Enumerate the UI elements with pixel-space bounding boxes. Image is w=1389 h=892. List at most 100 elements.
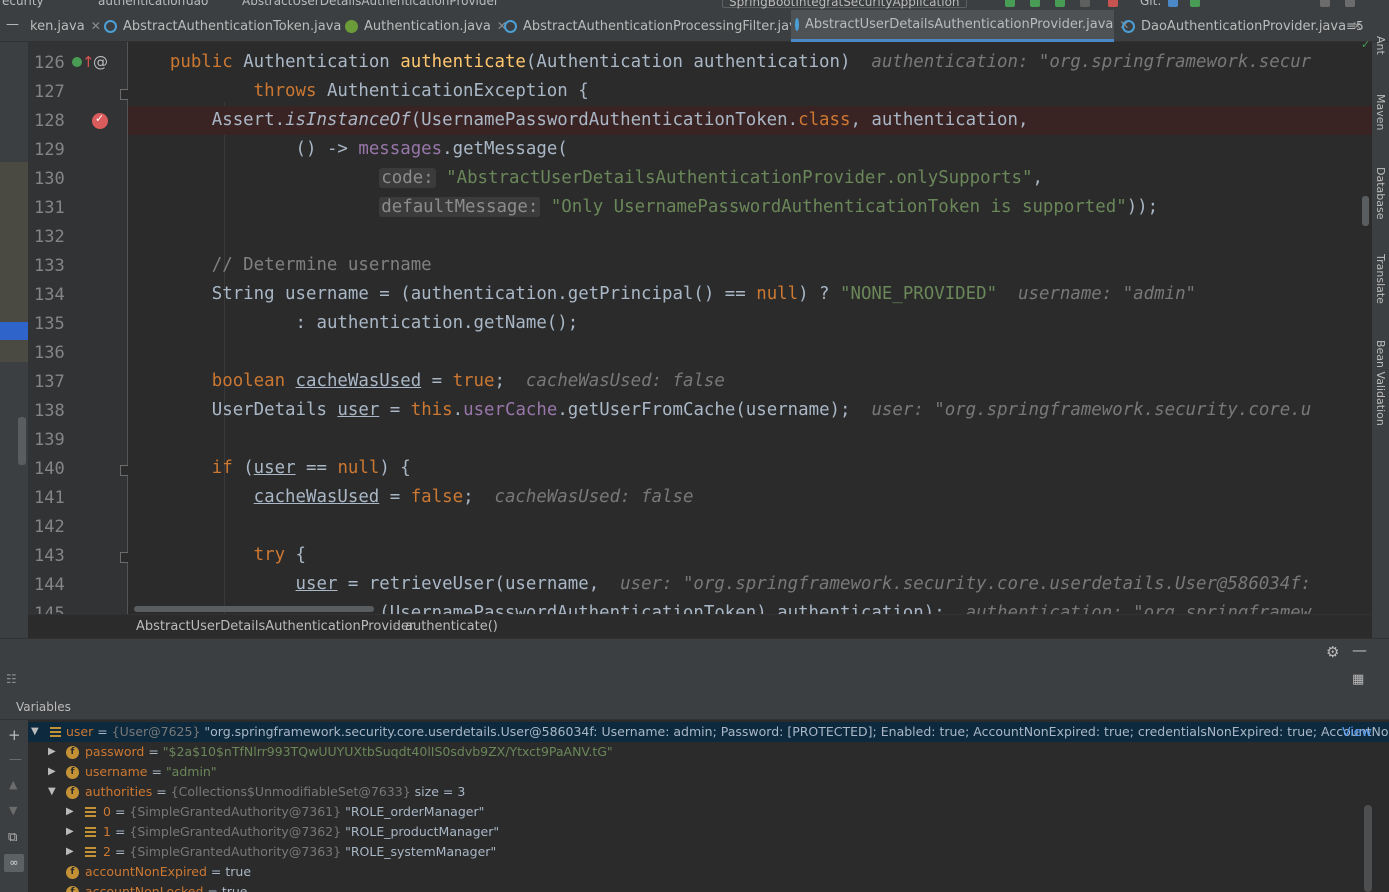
debug-toolbar: ☷ ▦ [0, 666, 1389, 696]
field-icon: f [66, 886, 79, 892]
line-number: 129 [34, 140, 65, 160]
run-icon[interactable] [1005, 0, 1015, 7]
expand-arrow-icon[interactable]: ▶ [48, 742, 56, 762]
tab-label: ken.java [30, 18, 85, 34]
class-icon [104, 19, 117, 33]
variables-scrollbar[interactable] [1364, 805, 1372, 892]
expand-arrow-icon[interactable]: ▶ [66, 822, 74, 842]
line-number: 139 [34, 430, 65, 450]
run-configuration-select[interactable]: SpringBootIntegratSecurityApplication [722, 0, 967, 9]
nav-crumb-authentication[interactable]: authentication [98, 0, 185, 8]
code-line-128: Assert.isInstanceOf(UsernamePasswordAuth… [128, 106, 1372, 135]
variable-type: {SimpleGrantedAuthority@7361} [129, 804, 342, 819]
gear-icon[interactable]: ⚙ [1326, 643, 1339, 661]
code-line-144: user = retrieveUser(username, user: "org… [295, 574, 1312, 594]
project-structure-icon[interactable] [1320, 0, 1330, 7]
tab-abstract-user-details-authentication-provider[interactable]: AbstractUserDetailsAuthenticationProvide… [791, 10, 1129, 42]
code-line-133: // Determine username [128, 251, 1372, 280]
add-watch-icon[interactable]: + [8, 726, 21, 744]
tab-label: AbstractAuthenticationProcessingFilter.j… [523, 18, 805, 34]
git-update-icon[interactable] [1168, 0, 1178, 7]
code-line-138: UserDetails user = this.userCache.getUse… [211, 400, 1312, 420]
breadcrumb-class[interactable]: AbstractUserDetailsAuthenticationProvide… [136, 619, 414, 634]
view-link[interactable]: View [1342, 722, 1372, 742]
inspection-ok-icon[interactable]: ✓ [1361, 38, 1370, 51]
variable-row-account-non-expired[interactable]: f accountNonExpired = true [28, 862, 1389, 882]
variable-row-authorities[interactable]: ▼ f authorities = {Collections$Unmodifia… [28, 782, 1389, 802]
variable-name: authorities [85, 784, 153, 799]
annotation-at-icon[interactable]: @ [93, 53, 108, 71]
nav-crumb-class[interactable]: AbstractUserDetailsAuthenticationProvide… [242, 0, 499, 8]
project-scrollbar[interactable] [18, 417, 26, 465]
tool-maven[interactable]: Maven [1374, 94, 1387, 130]
right-tool-strip: Ant Maven Database Translate Bean Valida… [1372, 36, 1389, 638]
variable-row-user[interactable]: ▼ user = {User@7625} "org.springframewor… [28, 722, 1389, 742]
frames-icon[interactable]: ☷ [6, 672, 17, 686]
inline-debug-value: user: "org.springframework.security.core… [620, 574, 1312, 594]
editor-horizontal-scrollbar[interactable] [134, 606, 1372, 612]
variable-row-authority-1[interactable]: ▶ 1 = {SimpleGrantedAuthority@7362} "ROL… [28, 822, 1389, 842]
code-line-130: code: "AbstractUserDetailsAuthentication… [379, 168, 1043, 188]
variable-row-password[interactable]: ▶ f password = "$2a$10$nTfNlrr993TQwUUYU… [28, 742, 1389, 762]
variable-row-account-non-locked[interactable]: f accountNonLocked = true [28, 882, 1389, 892]
tab-authentication[interactable]: Authentication.java ✕ [341, 10, 507, 42]
breadcrumb-method[interactable]: authenticate() [405, 619, 498, 634]
line-number: 127 [34, 82, 65, 102]
collapse-arrow-icon[interactable]: ▼ [48, 782, 56, 802]
profile-icon[interactable] [1080, 0, 1090, 7]
editor-tabs: — ken.java ✕ AbstractAuthenticationToken.… [0, 10, 1389, 42]
project-tree-selected[interactable] [0, 322, 28, 340]
variables-toolbar: + — ▲ ▼ ⧉ ∞ [0, 720, 28, 892]
layout-icon[interactable]: ▦ [1352, 672, 1364, 687]
variable-value: "ROLE_orderManager" [345, 804, 485, 819]
collapse-icon[interactable]: — [6, 17, 19, 32]
field-list-icon [50, 727, 61, 737]
code-line-140: if (user == null) { [211, 458, 411, 478]
git-commit-icon[interactable] [1190, 0, 1200, 7]
field-icon: f [66, 786, 79, 799]
search-everywhere-icon[interactable] [1345, 0, 1355, 7]
copy-icon[interactable]: ⧉ [8, 830, 17, 845]
code-line-127: throws AuthenticationException { [253, 81, 589, 101]
collapse-arrow-icon[interactable]: ▼ [31, 722, 39, 742]
tab-dao-authentication-provider[interactable]: DaoAuthenticationProvider.java ✕ [1118, 10, 1362, 42]
interface-icon [345, 19, 358, 33]
variables-title: Variables [16, 700, 71, 714]
expand-arrow-icon[interactable]: ▶ [66, 802, 74, 822]
tool-database[interactable]: Database [1374, 167, 1387, 220]
variable-row-authority-0[interactable]: ▶ 0 = {SimpleGrantedAuthority@7361} "ROL… [28, 802, 1389, 822]
tab-abstract-authentication-processing-filter[interactable]: AbstractAuthenticationProcessingFilter.j… [500, 10, 821, 42]
tab-label: AbstractAuthenticationToken.java [123, 18, 342, 34]
line-number: 135 [34, 314, 65, 334]
move-up-icon[interactable]: ▲ [9, 778, 17, 791]
navigation-bar: ecurity authentication dao AbstractUserD… [0, 0, 1389, 10]
tab-token-java[interactable]: ken.java ✕ [26, 10, 101, 42]
implements-icon[interactable] [72, 57, 82, 67]
move-down-icon[interactable]: ▼ [9, 804, 17, 817]
code-editor[interactable]: public Authentication authenticate(Authe… [128, 42, 1372, 614]
expand-arrow-icon[interactable]: ▶ [48, 762, 56, 782]
element-index: 0 [103, 804, 111, 819]
coverage-icon[interactable] [1055, 0, 1065, 7]
editor-scrollbar[interactable] [1362, 196, 1369, 226]
code-line-135: : authentication.getName(); [295, 313, 579, 333]
remove-watch-icon[interactable]: — [9, 752, 22, 767]
tool-translate[interactable]: Translate [1374, 254, 1387, 304]
expand-arrow-icon[interactable]: ▶ [66, 842, 74, 862]
tool-bean-validation[interactable]: Bean Validation [1374, 340, 1387, 426]
variable-name: username [85, 764, 148, 779]
stop-icon[interactable] [1108, 0, 1118, 7]
nav-crumb-security[interactable]: ecurity [2, 0, 44, 8]
project-panel-edge [0, 42, 28, 638]
line-number: 137 [34, 372, 65, 392]
breakpoint-icon[interactable]: ✓ [92, 112, 108, 129]
tool-ant[interactable]: Ant [1374, 36, 1387, 55]
variable-row-username[interactable]: ▶ f username = "admin" [28, 762, 1389, 782]
variable-row-authority-2[interactable]: ▶ 2 = {SimpleGrantedAuthority@7363} "ROL… [28, 842, 1389, 862]
debug-icon[interactable] [1030, 0, 1040, 7]
minimize-icon[interactable]: — [1352, 641, 1367, 659]
watches-toggle-icon[interactable]: ∞ [4, 854, 24, 872]
nav-crumb-dao[interactable]: dao [186, 0, 208, 8]
tab-abstract-authentication-token[interactable]: AbstractAuthenticationToken.java✕ [100, 10, 357, 42]
